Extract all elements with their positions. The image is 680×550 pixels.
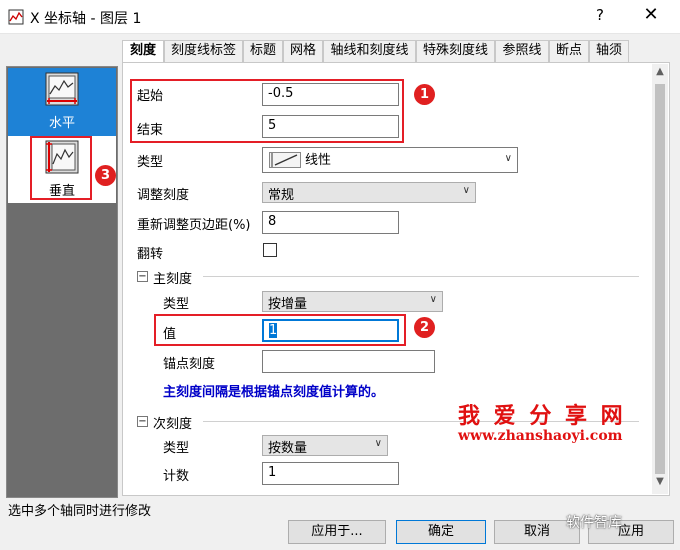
reverse-label: 翻转 xyxy=(137,247,164,262)
annotation-badge-3: 3 xyxy=(95,165,116,186)
status-text: 选中多个轴同时进行修改 xyxy=(8,504,152,519)
minor-ticks-header: 次刻度 xyxy=(153,417,193,432)
scale-type-dropdown[interactable]: 线性 ∨ xyxy=(262,147,518,173)
rescale-margin-label: 重新调整页边距(%) xyxy=(137,218,251,233)
chevron-down-icon: ∨ xyxy=(462,185,470,196)
chevron-down-icon: ∨ xyxy=(429,294,437,305)
annotation-badge-1: 1 xyxy=(414,84,435,105)
tab-reference-lines[interactable]: 参照线 xyxy=(495,40,549,62)
count-input[interactable]: 1 xyxy=(262,462,399,485)
watermark-brand: 软件智库 xyxy=(566,515,622,531)
axis-item-horizontal[interactable]: 水平 xyxy=(8,68,116,136)
chevron-down-icon: ∨ xyxy=(504,153,512,164)
minor-type-dropdown[interactable]: 按数量 ∨ xyxy=(262,435,388,456)
type-label: 类型 xyxy=(137,155,164,170)
help-button[interactable]: ? xyxy=(588,6,612,24)
reverse-checkbox[interactable] xyxy=(263,243,277,257)
anchor-tick-input[interactable] xyxy=(262,350,435,373)
window-title: X 坐标轴 - 图层 1 xyxy=(30,11,142,27)
tab-special-ticks[interactable]: 特殊刻度线 xyxy=(416,40,495,62)
scale-type-value: 线性 xyxy=(305,153,332,168)
major-ticks-hint: 主刻度间隔是根据锚点刻度值计算的。 xyxy=(163,385,385,400)
minor-type-value: 按数量 xyxy=(268,441,308,456)
tab-grids[interactable]: 网格 xyxy=(283,40,323,62)
tab-tick-labels[interactable]: 刻度线标签 xyxy=(164,40,243,62)
scroll-up-icon[interactable]: ▲ xyxy=(652,66,668,82)
watermark-title: 我 爱 分 享 网 xyxy=(458,403,626,429)
apply-to-button[interactable]: 应用于... xyxy=(288,520,386,544)
chevron-down-icon: ∨ xyxy=(374,438,382,449)
tab-rug[interactable]: 轴须 xyxy=(589,40,629,62)
anchor-tick-label: 锚点刻度 xyxy=(163,357,216,372)
collapse-icon[interactable]: − xyxy=(137,416,148,427)
vertical-scrollbar[interactable]: ▲ ▼ xyxy=(652,64,668,494)
tab-line-and-ticks[interactable]: 轴线和刻度线 xyxy=(323,40,416,62)
tab-title[interactable]: 标题 xyxy=(243,40,283,62)
section-divider xyxy=(203,276,639,277)
annotation-badge-2: 2 xyxy=(414,317,435,338)
title-bar: X 坐标轴 - 图层 1 ? ✕ xyxy=(0,0,680,34)
app-icon xyxy=(8,9,24,25)
scroll-down-icon[interactable]: ▼ xyxy=(652,476,668,492)
axis-list-panel: 水平 垂直 xyxy=(6,66,118,498)
collapse-icon[interactable]: − xyxy=(137,271,148,282)
axis-label-horizontal: 水平 xyxy=(48,116,75,131)
ok-button[interactable]: 确定 xyxy=(396,520,486,544)
annotation-box-3 xyxy=(30,136,92,200)
scroll-thumb[interactable] xyxy=(655,84,665,474)
minor-type-label: 类型 xyxy=(163,441,190,456)
major-type-value: 按增量 xyxy=(268,297,308,312)
major-type-label: 类型 xyxy=(163,297,190,312)
annotation-box-2 xyxy=(154,314,406,346)
linear-scale-icon xyxy=(269,152,301,168)
tab-strip: 刻度 刻度线标签 标题 网格 轴线和刻度线 特殊刻度线 参照线 断点 轴须 xyxy=(122,40,670,64)
close-button[interactable]: ✕ xyxy=(636,4,666,25)
tab-scale[interactable]: 刻度 xyxy=(122,40,164,64)
major-type-dropdown[interactable]: 按增量 ∨ xyxy=(262,291,443,312)
tab-breaks[interactable]: 断点 xyxy=(549,40,589,62)
rescale-value: 常规 xyxy=(268,188,295,203)
annotation-box-1 xyxy=(130,79,404,143)
rescale-label: 调整刻度 xyxy=(137,188,190,203)
rescale-margin-input[interactable]: 8 xyxy=(262,211,399,234)
count-label: 计数 xyxy=(163,469,190,484)
rescale-dropdown[interactable]: 常规 ∨ xyxy=(262,182,476,203)
major-ticks-header: 主刻度 xyxy=(153,272,193,287)
horizontal-axis-icon xyxy=(45,72,79,106)
watermark-url: www.zhanshaoyi.com xyxy=(458,428,623,444)
